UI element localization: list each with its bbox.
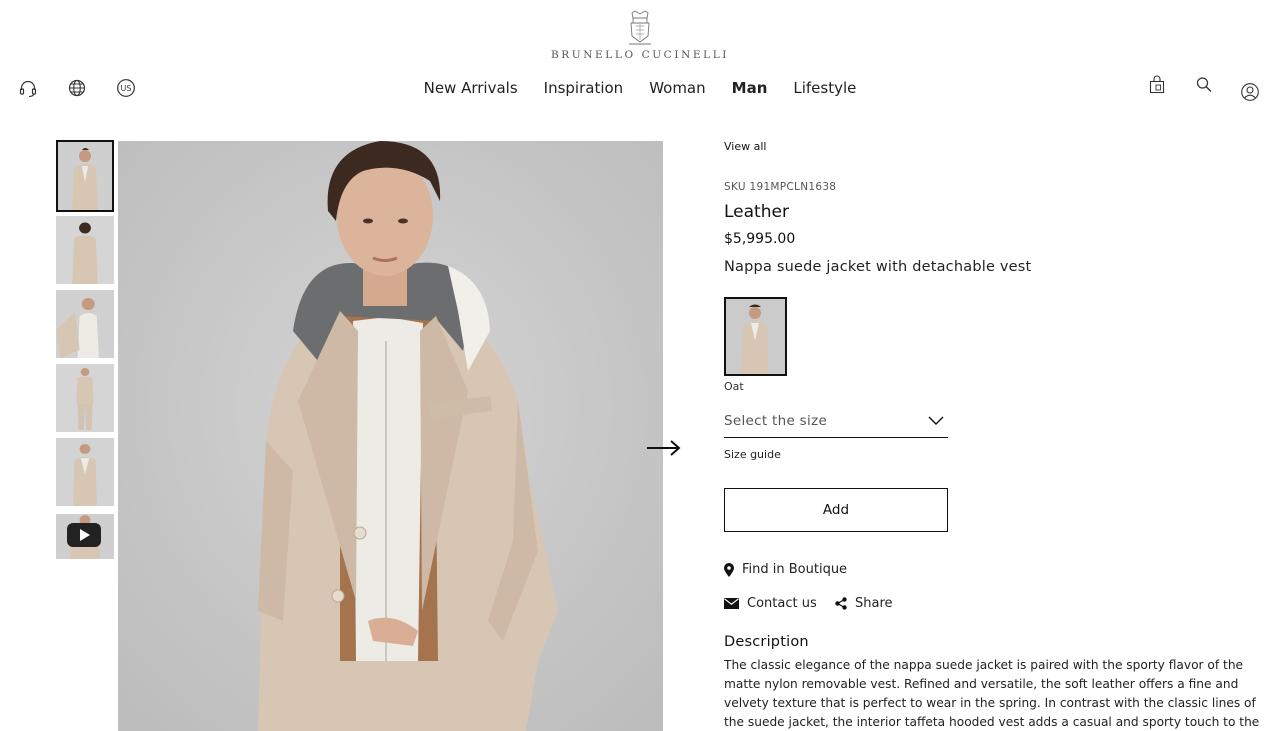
brand-logo[interactable]: BRUNELLO CUCINELLI [0, 10, 1280, 61]
thumbnail-image [56, 290, 114, 358]
nav-item-new-arrivals[interactable]: New Arrivals [424, 78, 518, 98]
thumbnail-video[interactable] [56, 514, 114, 559]
location-pin-icon [724, 562, 734, 577]
main-nav: New Arrivals Inspiration Woman Man Lifes… [0, 78, 1280, 98]
product-price: $5,995.00 [724, 231, 796, 247]
find-in-boutique-link[interactable]: Find in Boutique [724, 562, 847, 577]
thumbnail-3[interactable] [56, 290, 114, 358]
contact-us-label: Contact us [747, 596, 817, 611]
view-all-link[interactable]: View all [724, 140, 766, 153]
product-sku: SKU 191MPCLN1638 [724, 181, 837, 193]
thumbnail-image [56, 216, 114, 284]
thumbnail-image [56, 364, 114, 432]
envelope-icon [724, 598, 739, 609]
size-select[interactable]: Select the size [724, 405, 948, 438]
nav-item-inspiration[interactable]: Inspiration [544, 78, 624, 98]
color-swatch-oat[interactable] [724, 297, 787, 376]
account-icon[interactable] [1240, 82, 1260, 102]
color-label: Oat [724, 380, 744, 393]
product-main-image[interactable] [118, 141, 663, 731]
product-photo [118, 141, 663, 731]
swatch-image [726, 299, 785, 374]
thumbnail-image [56, 438, 114, 506]
search-icon[interactable] [1194, 75, 1214, 95]
add-to-bag-button[interactable]: Add [724, 488, 948, 532]
product-title: Leather [724, 202, 789, 222]
share-icon [835, 597, 847, 610]
brand-name: BRUNELLO CUCINELLI [550, 49, 730, 61]
share-label: Share [855, 596, 893, 611]
nav-item-lifestyle[interactable]: Lifestyle [793, 78, 856, 98]
size-guide-link[interactable]: Size guide [724, 448, 781, 461]
thumbnail-2[interactable] [56, 216, 114, 284]
chevron-down-icon [928, 416, 944, 425]
description-title: Description [724, 634, 809, 650]
arrow-right-icon[interactable] [646, 438, 682, 458]
thumbnail-4[interactable] [56, 364, 114, 432]
nav-item-woman[interactable]: Woman [649, 78, 705, 98]
play-icon [67, 523, 101, 547]
contact-us-link[interactable]: Contact us [724, 596, 817, 611]
crest-icon [629, 10, 651, 45]
share-link[interactable]: Share [835, 596, 893, 611]
size-select-placeholder: Select the size [724, 413, 828, 429]
nav-item-man[interactable]: Man [732, 78, 768, 98]
thumbnail-1[interactable] [56, 140, 114, 212]
product-subtitle: Nappa suede jacket with detachable vest [724, 259, 1032, 275]
description-text: The classic elegance of the nappa suede … [724, 658, 1260, 729]
shopping-bag-icon[interactable] [1147, 75, 1167, 95]
thumbnail-5[interactable] [56, 438, 114, 506]
find-in-boutique-label: Find in Boutique [742, 562, 848, 577]
thumbnail-image [58, 142, 112, 210]
